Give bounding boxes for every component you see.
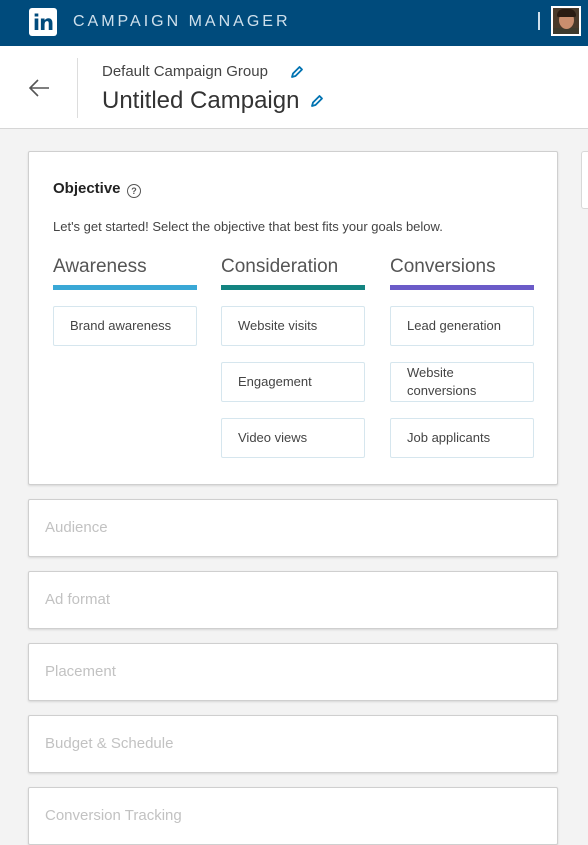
section-placement[interactable]: Placement (28, 643, 558, 701)
edit-campaign-pencil-icon[interactable] (310, 94, 324, 108)
divider (538, 12, 540, 30)
column-color-bar (390, 285, 534, 290)
section-audience[interactable]: Audience (28, 499, 558, 557)
section-budget-schedule[interactable]: Budget & Schedule (28, 715, 558, 773)
objective-title: Objective (53, 180, 121, 197)
objective-column-awareness: Awareness Brand awareness (53, 255, 197, 362)
objective-option-lead-generation[interactable]: Lead generation (390, 306, 534, 346)
objective-column-conversions: Conversions Lead generation Website conv… (390, 255, 534, 474)
campaign-group-name: Default Campaign Group (102, 63, 268, 80)
objective-option-video-views[interactable]: Video views (221, 418, 365, 458)
user-avatar[interactable] (551, 6, 581, 36)
campaign-header: Default Campaign Group Untitled Campaign (0, 46, 588, 129)
section-label: Audience (45, 519, 108, 536)
objective-option-website-visits[interactable]: Website visits (221, 306, 365, 346)
objective-option-website-conversions[interactable]: Website conversions (390, 362, 534, 402)
objective-column-consideration: Consideration Website visits Engagement … (221, 255, 365, 474)
linkedin-logo-icon[interactable]: in (29, 8, 57, 36)
column-heading: Consideration (221, 256, 339, 277)
campaign-name: Untitled Campaign (102, 87, 300, 114)
section-label: Conversion Tracking (45, 807, 182, 824)
app-title: CAMPAIGN MANAGER (73, 13, 291, 30)
avatar-shirt (553, 28, 579, 34)
objective-option-job-applicants[interactable]: Job applicants (390, 418, 534, 458)
section-label: Budget & Schedule (45, 735, 174, 752)
column-color-bar (53, 285, 197, 290)
side-panel-edge (581, 151, 588, 209)
section-ad-format[interactable]: Ad format (28, 571, 558, 629)
avatar-hair (557, 9, 576, 17)
objective-option-engagement[interactable]: Engagement (221, 362, 365, 402)
section-conversion-tracking[interactable]: Conversion Tracking (28, 787, 558, 845)
section-label: Ad format (45, 591, 111, 608)
back-button[interactable] (26, 74, 54, 102)
arrow-left-icon (28, 79, 49, 97)
top-navigation-bar: in CAMPAIGN MANAGER (0, 0, 588, 46)
help-icon[interactable]: ? (127, 184, 141, 198)
objective-subtitle: Let's get started! Select the objective … (53, 219, 443, 234)
column-heading: Awareness (53, 256, 147, 277)
objective-card: Objective ? Let's get started! Select th… (28, 151, 558, 485)
edit-group-pencil-icon[interactable] (290, 65, 304, 79)
column-color-bar (221, 285, 365, 290)
objective-option-brand-awareness[interactable]: Brand awareness (53, 306, 197, 346)
header-divider (77, 58, 78, 118)
column-heading: Conversions (390, 256, 496, 277)
section-label: Placement (45, 663, 116, 680)
